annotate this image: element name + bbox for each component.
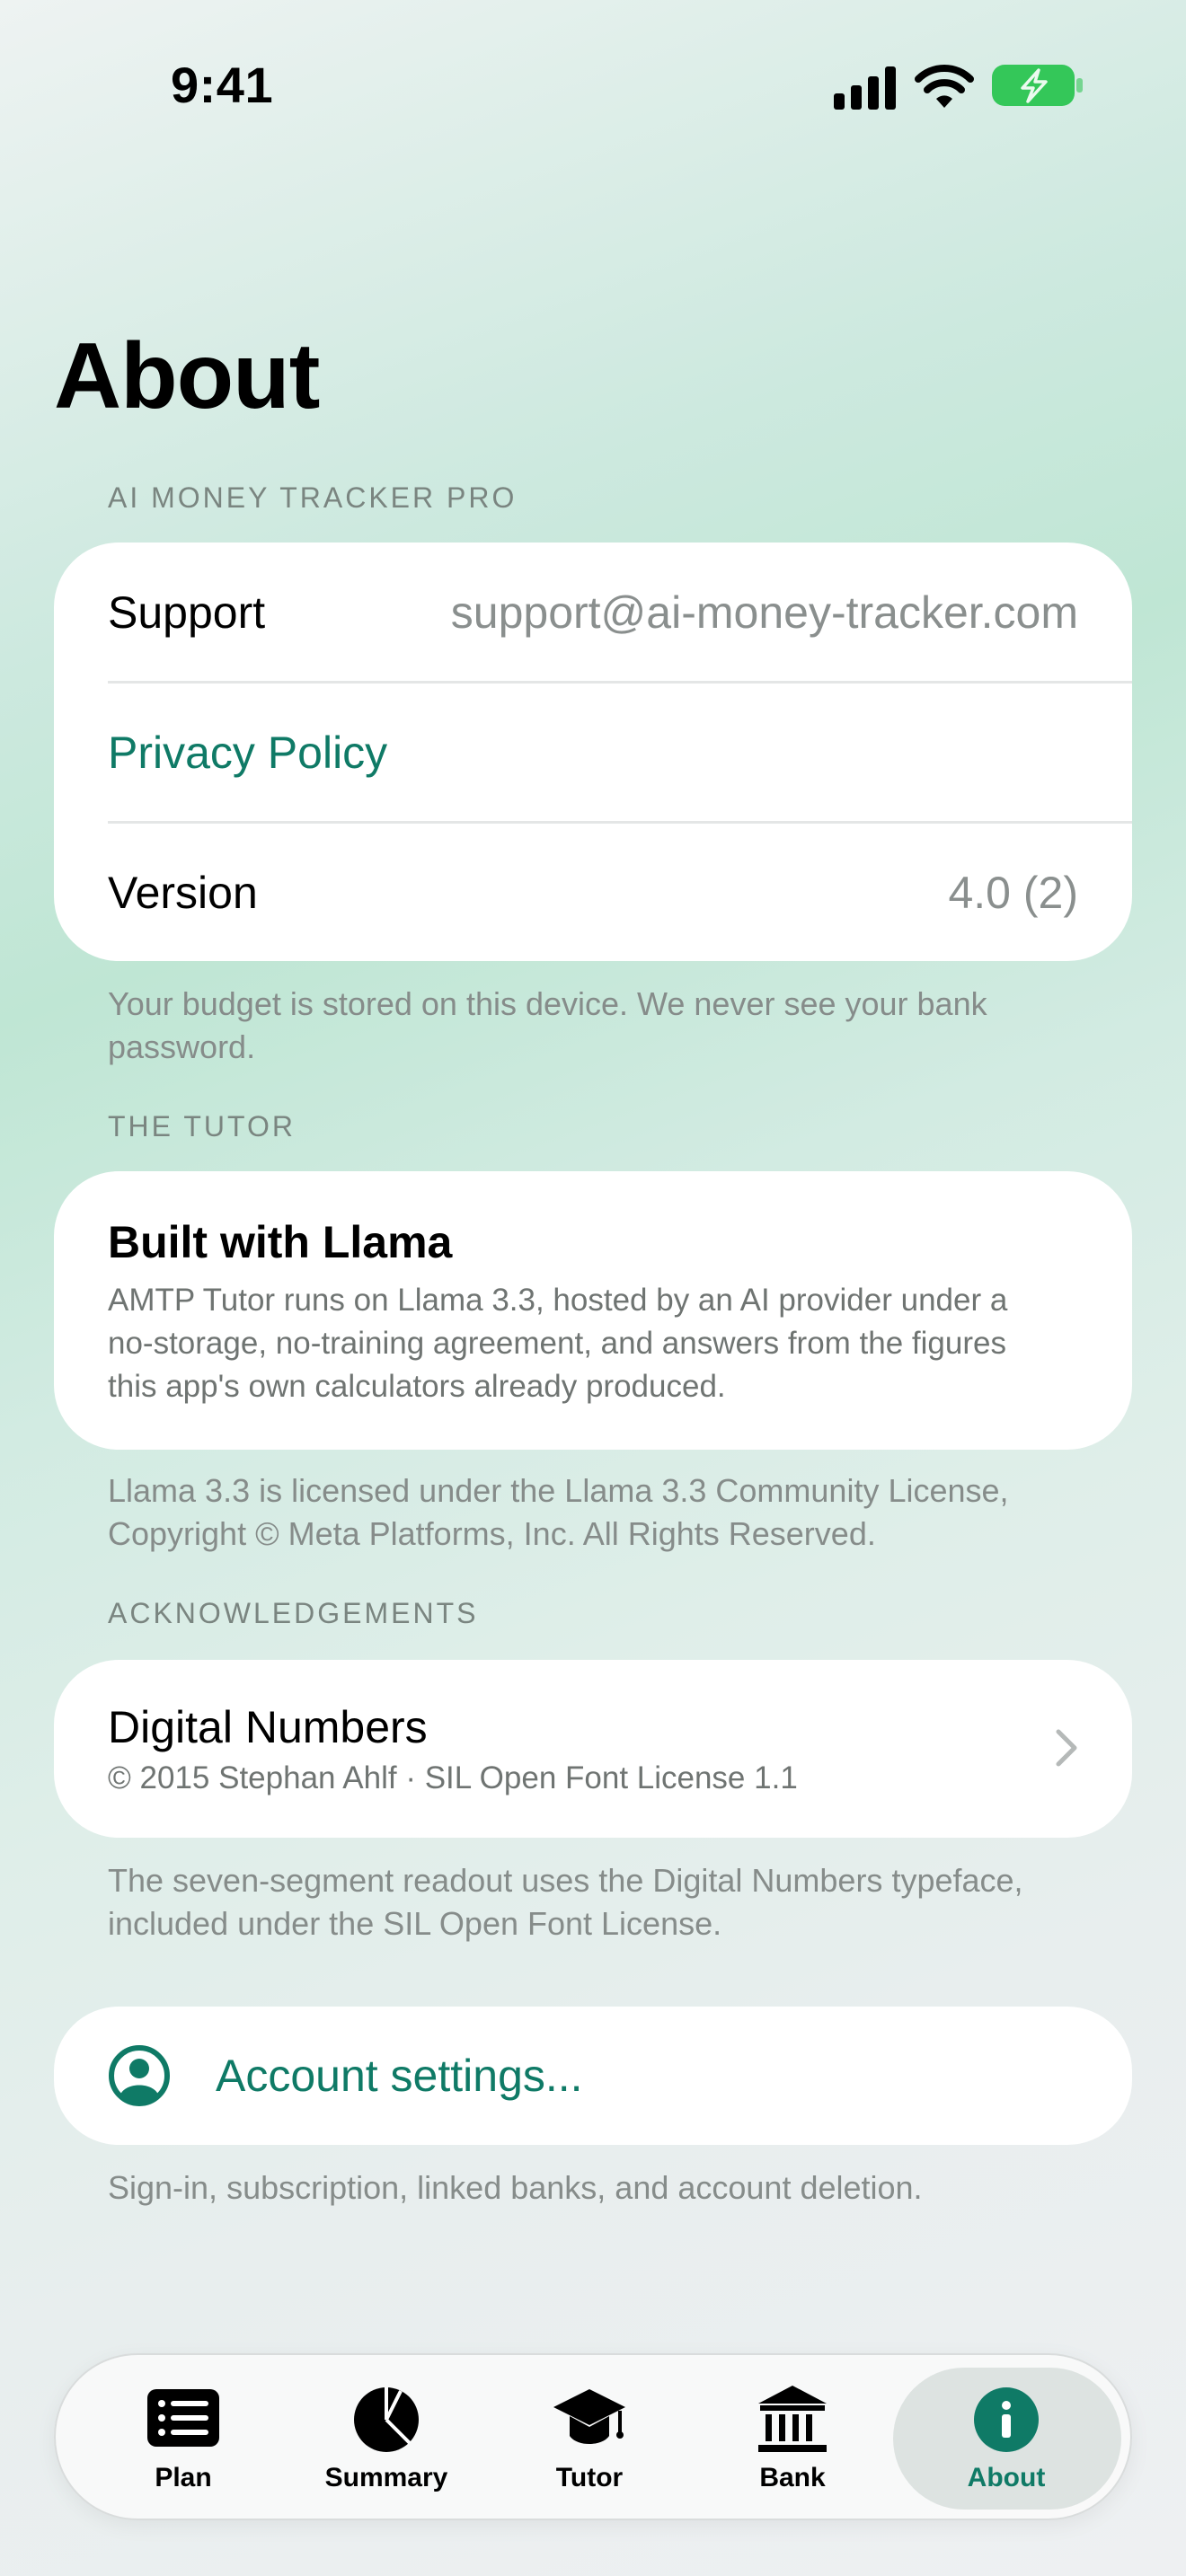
tab-tutor[interactable]: Tutor — [491, 2355, 688, 2522]
tab-bar: Plan Summary Tutor Bank About — [54, 2353, 1132, 2520]
info-icon — [974, 2387, 1039, 2452]
page-title: About — [54, 324, 320, 428]
tab-label: About — [967, 2463, 1046, 2492]
status-time: 9:41 — [171, 57, 274, 113]
digital-numbers-row[interactable]: Digital Numbers © 2015 Stephan Ahlf · SI… — [54, 1660, 1132, 1838]
tab-plan[interactable]: Plan — [84, 2355, 282, 2522]
pie-chart-icon — [354, 2387, 419, 2452]
tab-label: Tutor — [555, 2463, 624, 2492]
tab-label: Summary — [324, 2463, 448, 2492]
section-header-app: AI MONEY TRACKER PRO — [108, 481, 518, 514]
support-row[interactable]: Support support@ai-money-tracker.com — [108, 543, 1078, 683]
tab-label: Bank — [759, 2463, 826, 2492]
section-header-acknowledgements: ACKNOWLEDGEMENTS — [108, 1597, 479, 1629]
account-settings-button[interactable]: Account settings... — [54, 2007, 1132, 2145]
cellular-signal-icon — [834, 66, 896, 110]
privacy-policy-link[interactable]: Privacy Policy — [108, 727, 387, 779]
tutor-card: Built with Llama AMTP Tutor runs on Llam… — [54, 1171, 1132, 1450]
privacy-policy-row[interactable]: Privacy Policy — [108, 683, 1078, 823]
account-footnote: Sign-in, subscription, linked banks, and… — [108, 2169, 923, 2206]
tutor-title: Built with Llama — [108, 1217, 453, 1267]
section-header-tutor: THE TUTOR — [108, 1110, 296, 1142]
support-email[interactable]: support@ai-money-tracker.com — [451, 587, 1078, 639]
support-label: Support — [108, 587, 266, 638]
tab-bank[interactable]: Bank — [694, 2355, 891, 2522]
list-icon — [147, 2389, 219, 2447]
version-row: Version 4.0 (2) — [108, 823, 1078, 963]
version-label: Version — [108, 868, 258, 918]
app-info-card: Support support@ai-money-tracker.com Pri… — [54, 543, 1132, 961]
account-settings-label: Account settings... — [216, 2051, 583, 2101]
bank-icon — [758, 2386, 827, 2452]
tab-label: Plan — [155, 2463, 212, 2492]
tab-about[interactable]: About — [907, 2355, 1105, 2522]
tab-summary[interactable]: Summary — [288, 2355, 485, 2522]
app-footnote: Your budget is stored on this device. We… — [108, 985, 987, 1065]
ack-subtitle: © 2015 Stephan Ahlf · SIL Open Font Lice… — [108, 1760, 798, 1795]
ack-footnote: The seven-segment readout uses the Digit… — [108, 1862, 1023, 1942]
person-circle-icon — [109, 2045, 170, 2106]
battery-charging-icon — [992, 65, 1083, 106]
tutor-body: AMTP Tutor runs on Llama 3.3, hosted by … — [108, 1283, 1008, 1404]
graduation-cap-icon — [553, 2389, 625, 2444]
wifi-icon — [915, 65, 974, 108]
version-value: 4.0 (2) — [948, 868, 1078, 918]
tutor-footnote: Llama 3.3 is licensed under the Llama 3.… — [108, 1472, 1009, 1552]
ack-title: Digital Numbers — [108, 1702, 428, 1752]
chevron-right-icon — [1056, 1729, 1077, 1767]
